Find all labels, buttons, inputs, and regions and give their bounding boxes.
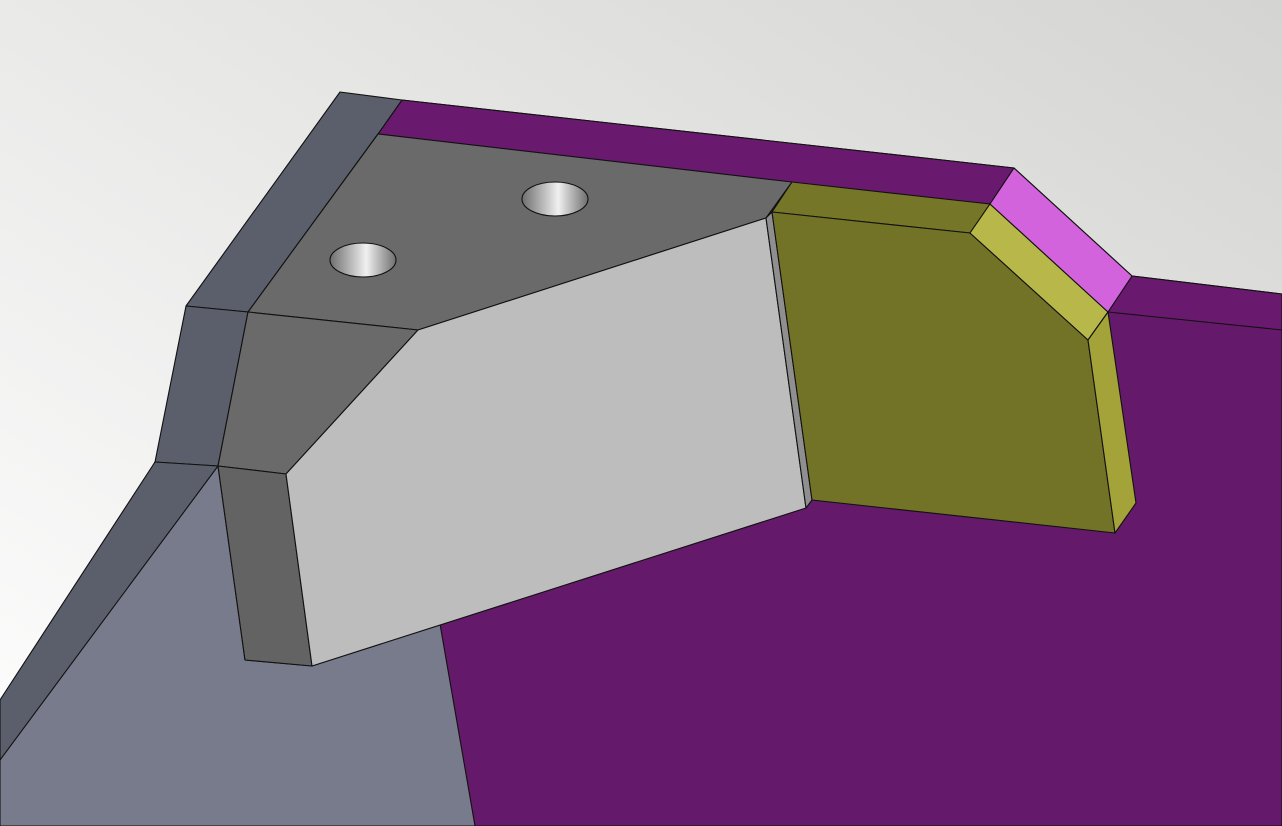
- mounting-hole-2[interactable]: [521, 181, 589, 217]
- mounting-hole-1[interactable]: [329, 242, 397, 278]
- cad-viewport[interactable]: [0, 0, 1282, 826]
- 3d-model-view[interactable]: [0, 0, 1282, 826]
